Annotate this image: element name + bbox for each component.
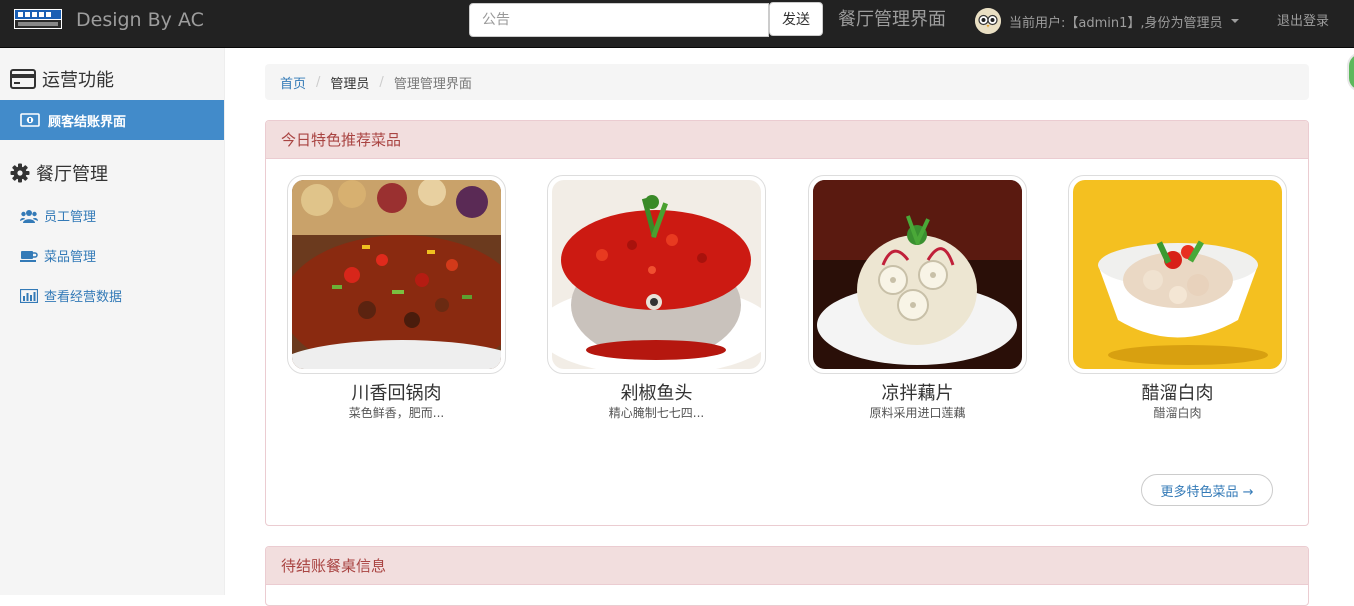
sidebar-item-business-data[interactable]: 查看经营数据 [20,286,122,305]
owl-avatar-icon [975,8,1001,34]
sidebar-item-checkout[interactable]: 顾客结账界面 [0,100,224,140]
breadcrumb: 首页 / 管理员 / 管理管理界面 [265,64,1309,100]
pending-tables-panel: 待结账餐桌信息 [265,546,1309,606]
cup-icon [20,250,38,262]
credit-card-icon [10,69,36,89]
sidebar-section-restaurant: 餐厅管理 [10,160,108,186]
sidebar-section-title: 餐厅管理 [36,164,108,185]
dish-card: 醋溜白肉 醋溜白肉 [1068,175,1287,421]
featured-dishes-panel: 今日特色推荐菜品 川香回锅肉 菜色鲜香，肥而... 剁椒鱼头 精心腌制七七四..… [265,120,1309,526]
dish-photo-twice-cooked-pork [292,180,501,369]
dish-card: 剁椒鱼头 精心腌制七七四... [547,175,766,421]
dish-description: 原料采用进口莲藕 [869,406,966,420]
current-user-label: 当前用户:【admin1】,身份为管理员 [1009,15,1223,31]
avatar [975,8,1001,34]
breadcrumb-admin[interactable]: 管理员 [330,73,369,92]
panel-heading: 今日特色推荐菜品 [266,121,1308,159]
dish-card: 川香回锅肉 菜色鲜香，肥而... [287,175,506,421]
announcement-input[interactable] [469,3,769,37]
dish-thumbnail[interactable] [1068,175,1287,374]
brand-logo[interactable] [14,9,62,29]
dish-description: 醋溜白肉 [1153,406,1202,420]
top-navbar: Design By AC 发送 餐厅管理界面 当前用户:【admin1】,身份为… [0,0,1354,48]
panel-heading: 待结账餐桌信息 [266,547,1308,585]
send-button[interactable]: 发送 [769,2,823,36]
breadcrumb-home-link[interactable]: 首页 [280,73,306,92]
logout-link[interactable]: 退出登录 [1277,10,1329,29]
sidebar-item-label: 员工管理 [44,210,97,225]
sidebar-item-label: 菜品管理 [44,250,97,265]
sidebar-item-staff[interactable]: 员工管理 [20,206,96,225]
more-dishes-button[interactable]: 更多特色菜品 → [1141,474,1273,506]
users-icon [20,209,38,223]
dish-thumbnail[interactable] [547,175,766,374]
dish-thumbnail[interactable] [287,175,506,374]
sidebar: 运营功能 顾客结账界面 餐厅管理 员工管理 菜品管理 查看经营数据 [0,48,225,595]
breadcrumb-separator: / [316,74,321,90]
dish-photo-lotus-root-salad [813,180,1022,369]
breadcrumb-current: 管理管理界面 [393,76,472,92]
dish-card: 凉拌藕片 原料采用进口莲藕 [808,175,1027,421]
sidebar-section-title: 运营功能 [42,70,114,91]
dish-description: 菜色鲜香，肥而... [348,406,445,420]
dish-name[interactable]: 剁椒鱼头 [547,383,766,405]
floating-edge-tab[interactable] [1347,52,1354,92]
dish-photo-chili-fish-head [552,180,761,369]
caret-down-icon [1230,19,1239,23]
bar-chart-icon [20,288,38,303]
nav-title[interactable]: 餐厅管理界面 [838,8,946,32]
gear-icon [10,163,30,183]
dish-photo-vinegar-pork [1073,180,1282,369]
sidebar-section-operations: 运营功能 [10,66,114,92]
money-icon [20,113,40,127]
user-menu-dropdown[interactable]: 当前用户:【admin1】,身份为管理员 [975,8,1239,34]
sidebar-item-label: 查看经营数据 [44,290,123,305]
dish-description: 精心腌制七七四... [608,406,705,420]
dish-name[interactable]: 川香回锅肉 [287,383,506,405]
dish-name[interactable]: 醋溜白肉 [1068,383,1287,405]
breadcrumb-separator: / [379,74,384,90]
sidebar-item-label: 顾客结账界面 [48,114,127,130]
dish-thumbnail[interactable] [808,175,1027,374]
brand-text[interactable]: Design By AC [76,8,204,32]
dish-name[interactable]: 凉拌藕片 [808,383,1027,405]
sidebar-item-dishes[interactable]: 菜品管理 [20,246,96,265]
